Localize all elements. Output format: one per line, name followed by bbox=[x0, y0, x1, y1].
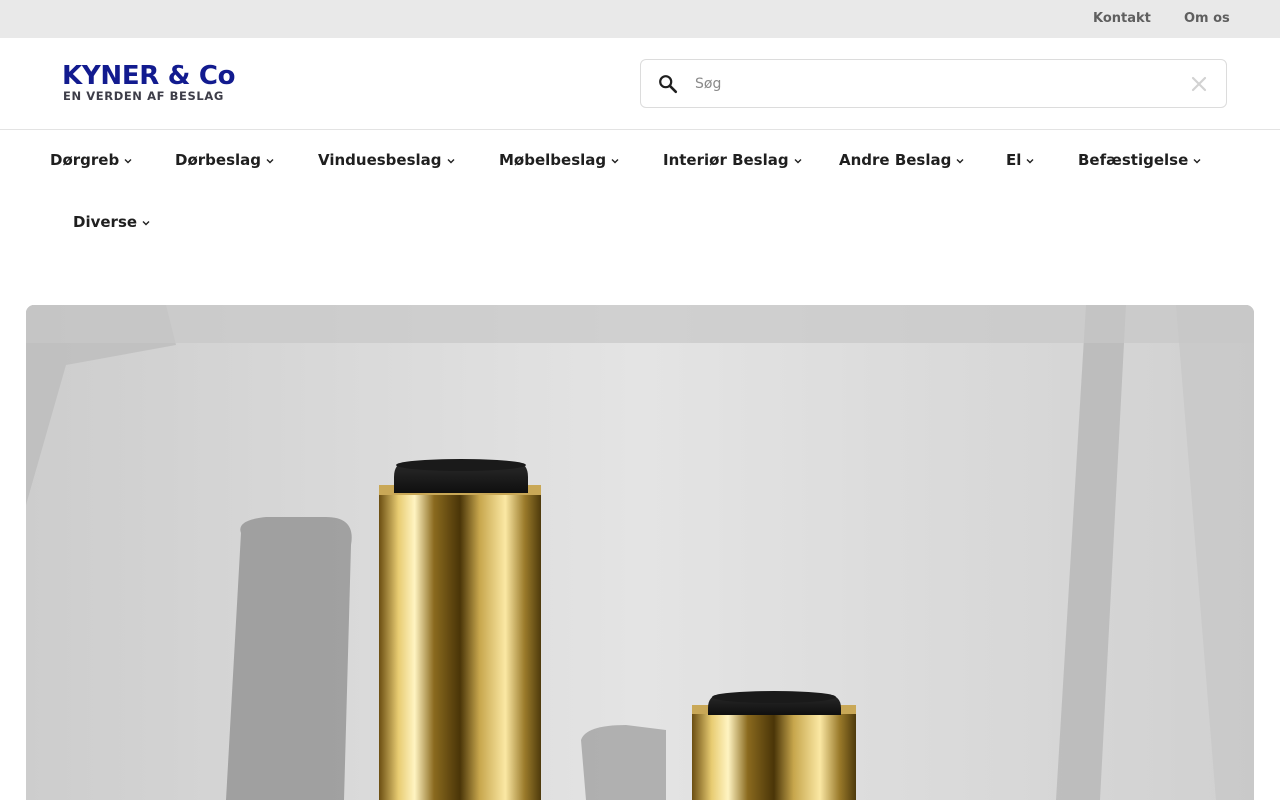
product-photo bbox=[26, 305, 1254, 800]
logo[interactable]: KYNER & Co EN VERDEN AF BESLAG bbox=[56, 59, 256, 109]
nav-item-mobelbeslag[interactable]: Møbelbeslag bbox=[499, 146, 619, 174]
nav-item-dorbeslag[interactable]: Dørbeslag bbox=[175, 146, 274, 174]
hero-product-image[interactable] bbox=[26, 305, 1254, 800]
nav-item-vinduesbeslag[interactable]: Vinduesbeslag bbox=[318, 146, 455, 174]
chevron-down-icon bbox=[1193, 159, 1201, 164]
chevron-down-icon bbox=[142, 221, 150, 226]
chevron-down-icon bbox=[794, 159, 802, 164]
kontakt-link[interactable]: Kontakt bbox=[1093, 11, 1151, 26]
nav-item-befaestigelse[interactable]: Befæstigelse bbox=[1078, 146, 1201, 174]
nav-item-el[interactable]: El bbox=[1006, 146, 1034, 174]
chevron-down-icon bbox=[447, 159, 455, 164]
nav-item-dorgreb[interactable]: Dørgreb bbox=[50, 146, 132, 174]
nav-item-andre-beslag[interactable]: Andre Beslag bbox=[839, 146, 964, 174]
nav-item-label: Interiør Beslag bbox=[663, 151, 789, 169]
om-os-link[interactable]: Om os bbox=[1184, 11, 1230, 26]
logo-tagline: EN VERDEN AF BESLAG bbox=[63, 89, 224, 103]
nav-item-label: Befæstigelse bbox=[1078, 151, 1189, 169]
chevron-down-icon bbox=[611, 159, 619, 164]
search-box bbox=[640, 59, 1227, 108]
nav-item-label: Møbelbeslag bbox=[499, 151, 607, 169]
top-bar: Kontakt Om os bbox=[0, 0, 1280, 38]
logo-title: KYNER & Co bbox=[62, 61, 236, 91]
chevron-down-icon bbox=[956, 159, 964, 164]
nav-item-label: Dørbeslag bbox=[175, 151, 261, 169]
search-icon[interactable] bbox=[657, 73, 679, 95]
chevron-down-icon bbox=[266, 159, 274, 164]
close-icon[interactable] bbox=[1189, 74, 1209, 94]
nav-item-label: Andre Beslag bbox=[839, 151, 952, 169]
site-header: KYNER & Co EN VERDEN AF BESLAG bbox=[0, 38, 1280, 130]
search-input[interactable] bbox=[695, 70, 1165, 98]
nav-item-label: Vinduesbeslag bbox=[318, 151, 442, 169]
chevron-down-icon bbox=[1026, 159, 1034, 164]
nav-item-label: El bbox=[1006, 151, 1022, 169]
nav-item-label: Diverse bbox=[73, 213, 138, 231]
nav-item-diverse[interactable]: Diverse bbox=[73, 208, 150, 236]
nav-item-interior-beslag[interactable]: Interiør Beslag bbox=[663, 146, 802, 174]
nav-item-label: Dørgreb bbox=[50, 151, 120, 169]
chevron-down-icon bbox=[124, 159, 132, 164]
